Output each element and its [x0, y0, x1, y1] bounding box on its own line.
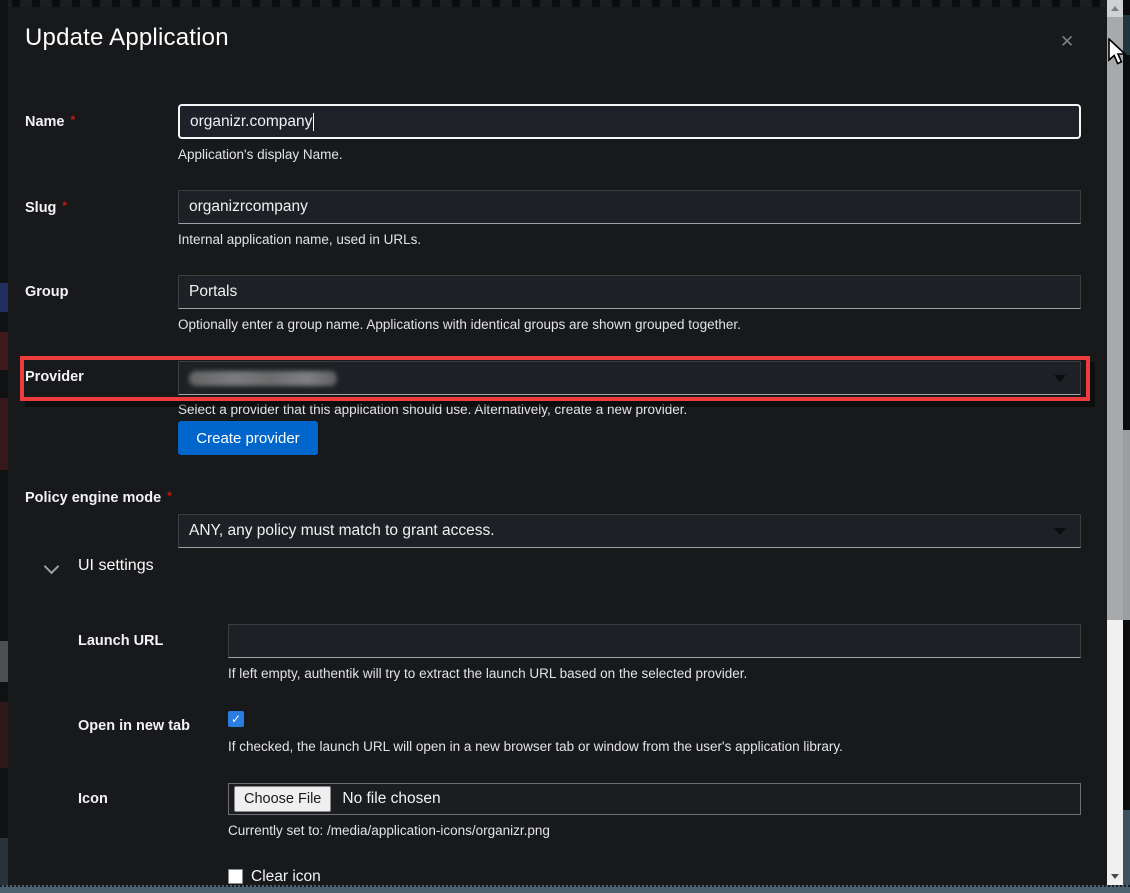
provider-select[interactable] — [178, 361, 1081, 395]
group-input[interactable]: Portals — [178, 275, 1081, 309]
ui-settings-toggle[interactable] — [46, 559, 57, 577]
backdrop-left-edge — [0, 0, 8, 893]
slug-input-value: organizrcompany — [189, 198, 308, 216]
scroll-down-button[interactable] — [1107, 868, 1123, 885]
open-in-new-tab-checkbox[interactable]: ✓ — [228, 711, 244, 727]
backdrop-fragment — [0, 332, 8, 370]
create-provider-button[interactable]: Create provider — [178, 421, 318, 455]
name-input-value: organizr.company — [190, 113, 312, 131]
policy-engine-mode-label: Policy engine mode * — [25, 489, 172, 506]
backdrop-fragment — [0, 702, 8, 768]
page-scrollbar-segment — [1123, 810, 1130, 885]
open-in-new-tab-help: If checked, the launch URL will open in … — [228, 739, 843, 754]
policy-engine-mode-label-text: Policy engine mode — [25, 490, 161, 506]
modal-title: Update Application — [25, 24, 229, 52]
icon-file-input[interactable]: Choose File No file chosen — [228, 783, 1081, 815]
modal-scrollbar[interactable] — [1107, 0, 1123, 885]
icon-label: Icon — [78, 791, 108, 807]
required-marker: * — [167, 489, 172, 503]
icon-help: Currently set to: /media/application-ico… — [228, 823, 550, 838]
update-application-modal: Update Application ✕ Name * organizr.comp… — [8, 7, 1107, 885]
close-icon[interactable]: ✕ — [1060, 33, 1074, 50]
provider-selected-value-redacted — [189, 371, 337, 386]
page-scrollbar-segment — [1123, 15, 1130, 55]
checkmark-icon: ✓ — [231, 712, 241, 726]
name-help: Application's display Name. — [178, 147, 343, 162]
required-marker: * — [71, 113, 76, 127]
launch-url-label: Launch URL — [78, 633, 163, 649]
clear-icon-label: Clear icon — [251, 868, 321, 886]
backdrop-top-edge — [0, 0, 1130, 7]
backdrop-fragment — [0, 641, 8, 682]
page-scrollbar-partial[interactable] — [1123, 0, 1130, 893]
provider-help: Select a provider that this application … — [178, 402, 687, 417]
ui-settings-section-label: UI settings — [78, 557, 154, 575]
bottom-edge-bar — [0, 885, 1130, 893]
required-marker: * — [62, 199, 67, 213]
slug-help: Internal application name, used in URLs. — [178, 232, 421, 247]
name-label: Name * — [25, 113, 75, 130]
arrow-up-icon — [1111, 6, 1119, 11]
slug-input[interactable]: organizrcompany — [178, 190, 1081, 224]
chevron-down-icon — [1054, 375, 1066, 382]
screen: Update Application ✕ Name * organizr.comp… — [0, 0, 1130, 893]
chevron-down-icon — [1054, 528, 1066, 535]
policy-engine-mode-select[interactable]: ANY, any policy must match to grant acce… — [178, 514, 1081, 548]
backdrop-fragment — [0, 283, 8, 312]
name-input[interactable]: organizr.company — [178, 104, 1081, 139]
group-input-value: Portals — [189, 283, 237, 301]
arrow-down-icon — [1111, 874, 1119, 879]
backdrop-fragment — [0, 398, 8, 470]
group-help: Optionally enter a group name. Applicati… — [178, 317, 741, 332]
page-scrollbar-thumb[interactable] — [1123, 430, 1130, 620]
backdrop-fragment — [0, 838, 8, 885]
scrollbar-thumb[interactable] — [1107, 17, 1123, 620]
choose-file-button[interactable]: Choose File — [234, 786, 331, 812]
launch-url-input[interactable] — [228, 624, 1081, 658]
chevron-down-icon — [44, 559, 60, 575]
slug-label: Slug * — [25, 199, 67, 216]
slug-label-text: Slug — [25, 200, 56, 216]
text-caret — [313, 113, 314, 131]
clear-icon-checkbox[interactable] — [228, 869, 243, 884]
file-status-text: No file chosen — [342, 790, 440, 808]
scroll-up-button[interactable] — [1107, 0, 1123, 17]
policy-engine-mode-value: ANY, any policy must match to grant acce… — [189, 522, 495, 540]
group-label: Group — [25, 284, 69, 300]
launch-url-help: If left empty, authentik will try to ext… — [228, 666, 747, 681]
provider-label: Provider — [25, 369, 84, 385]
name-label-text: Name — [25, 114, 65, 130]
open-in-new-tab-label: Open in new tab — [78, 718, 190, 734]
